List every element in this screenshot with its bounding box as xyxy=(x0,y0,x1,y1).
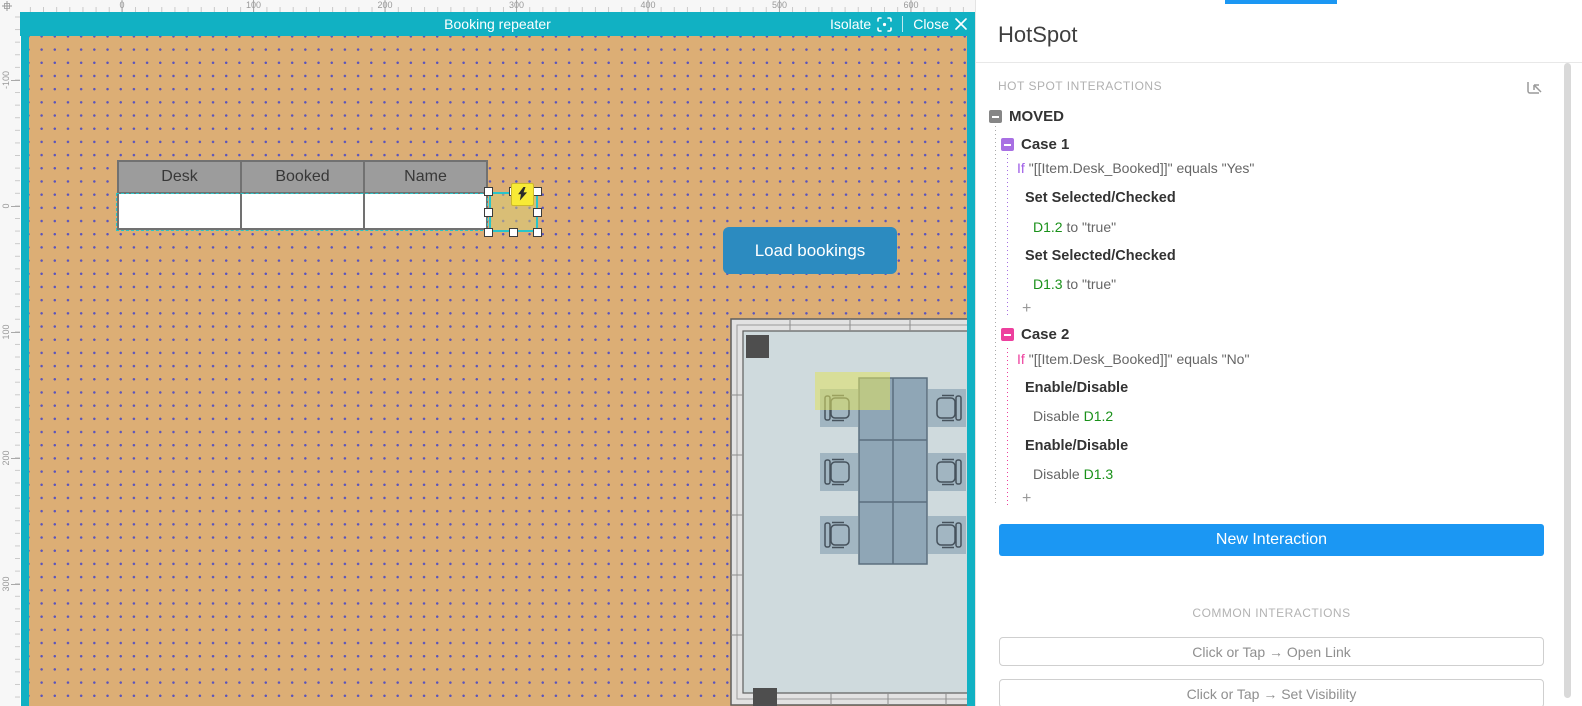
tree-guide-line xyxy=(1007,348,1008,506)
table-header-name[interactable]: Name xyxy=(363,160,488,194)
action-detail[interactable]: D1.3 to "true" xyxy=(1033,276,1116,292)
ruler-number: 100 xyxy=(1,324,11,340)
case-1-header[interactable]: Case 1 xyxy=(1001,136,1069,153)
action-suffix: to "true" xyxy=(1062,276,1117,292)
action-title[interactable]: Set Selected/Checked xyxy=(1025,190,1176,206)
case-label: Case 2 xyxy=(1021,326,1070,343)
isolate-button[interactable]: Isolate xyxy=(829,16,893,32)
close-button[interactable]: Close xyxy=(913,16,967,32)
if-keyword: If xyxy=(1017,160,1025,176)
selection-handle[interactable] xyxy=(484,208,493,217)
action-prefix: Disable xyxy=(1033,466,1084,482)
isolation-header: Booking repeater Isolate Close xyxy=(20,12,975,36)
new-interaction-button[interactable]: New Interaction xyxy=(999,524,1544,556)
selection-handle[interactable] xyxy=(533,228,542,237)
x-icon xyxy=(955,18,967,30)
table-header-booked[interactable]: Booked xyxy=(240,160,365,194)
table-cell-booked[interactable] xyxy=(240,192,365,230)
add-action-button[interactable]: + xyxy=(1022,490,1031,508)
common-open-link-button[interactable]: Click or Tap → Open Link xyxy=(999,637,1544,666)
selection-handle[interactable] xyxy=(484,228,493,237)
floor-plan-image[interactable] xyxy=(728,315,967,706)
case-label: Case 1 xyxy=(1021,136,1070,153)
action-title[interactable]: Enable/Disable xyxy=(1025,380,1128,396)
condition-text: "[[Item.Desk_Booked]]" equals "Yes" xyxy=(1028,160,1255,176)
selection-handle[interactable] xyxy=(509,228,518,237)
repeater-table: Desk Booked Name xyxy=(117,160,488,230)
common-interactions-header: COMMON INTERACTIONS xyxy=(1192,606,1351,620)
load-bookings-button[interactable]: Load bookings xyxy=(723,227,897,274)
action-detail[interactable]: Disable D1.3 xyxy=(1033,466,1113,482)
action-detail[interactable]: D1.2 to "true" xyxy=(1033,219,1116,235)
action-target: D1.3 xyxy=(1033,276,1063,292)
collapse-minus-icon[interactable] xyxy=(989,110,1002,123)
add-action-button[interactable]: + xyxy=(1022,300,1031,318)
action-prefix: Disable xyxy=(1033,408,1084,424)
collapse-minus-icon[interactable] xyxy=(1001,328,1014,341)
tree-guide-line xyxy=(1007,154,1008,316)
selection-handle[interactable] xyxy=(533,208,542,217)
header-divider xyxy=(902,16,904,32)
interaction-badge xyxy=(511,183,534,206)
vertical-ruler[interactable]: -100 0 100 200 300 xyxy=(0,12,20,706)
ruler-number: 300 xyxy=(1,576,11,592)
action-suffix: to "true" xyxy=(1062,219,1117,235)
ruler-number: 100 xyxy=(245,0,262,10)
action-target: D1.2 xyxy=(1083,408,1114,424)
panel-divider xyxy=(976,62,1582,63)
panel-title: HotSpot xyxy=(998,22,1078,47)
selection-handle[interactable] xyxy=(484,187,493,196)
horizontal-ruler[interactable]: 0 100 200 300 400 500 600 xyxy=(20,0,975,12)
table-body-row xyxy=(117,192,488,230)
condition-text: "[[Item.Desk_Booked]]" equals "No" xyxy=(1028,351,1250,367)
ruler-number: 400 xyxy=(640,0,656,10)
collapse-minus-icon[interactable] xyxy=(1001,138,1014,151)
ruler-number: 600 xyxy=(903,0,919,10)
ruler-origin-icon xyxy=(2,1,12,11)
case-1-condition[interactable]: If "[[Item.Desk_Booked]]" equals "Yes" xyxy=(1017,160,1254,176)
action-title[interactable]: Enable/Disable xyxy=(1025,438,1128,454)
box-arrow-select-icon[interactable] xyxy=(1525,76,1545,96)
ruler-number: 0 xyxy=(119,0,125,10)
frame-focus-icon xyxy=(877,16,893,32)
active-tab-indicator xyxy=(1225,0,1337,4)
table-cell-desk[interactable] xyxy=(117,192,242,230)
ruler-number: 0 xyxy=(1,203,11,209)
close-button-label: Close xyxy=(913,16,949,32)
interactions-panel: HotSpot HOT SPOT INTERACTIONS MOVED Case… xyxy=(975,0,1582,706)
table-header-row: Desk Booked Name xyxy=(117,160,488,194)
case-2-condition[interactable]: If "[[Item.Desk_Booked]]" equals "No" xyxy=(1017,351,1249,367)
lightning-bolt-icon xyxy=(518,187,528,201)
ruler-corner xyxy=(0,0,20,12)
action-title[interactable]: Set Selected/Checked xyxy=(1025,248,1176,264)
section-header: HOT SPOT INTERACTIONS xyxy=(998,79,1163,93)
table-cell-name[interactable] xyxy=(363,192,488,230)
event-label: MOVED xyxy=(1009,108,1065,125)
axure-isolation-view: 0 100 200 300 400 500 600 -100 0 100 200 300 Booki… xyxy=(0,0,1582,706)
ruler-number: -100 xyxy=(1,70,11,90)
panel-scrollbar[interactable] xyxy=(1564,63,1571,698)
case-2-header[interactable]: Case 2 xyxy=(1001,326,1069,343)
isolation-border-left xyxy=(21,36,29,706)
ruler-number: 200 xyxy=(1,450,11,466)
isolate-button-label: Isolate xyxy=(829,16,872,32)
ruler-number: 500 xyxy=(771,0,788,10)
ruler-number: 200 xyxy=(377,0,393,10)
isolation-border-right xyxy=(967,36,975,706)
selection-handle[interactable] xyxy=(533,187,542,196)
event-row-moved[interactable]: MOVED xyxy=(989,108,1064,125)
common-set-visibility-button[interactable]: Click or Tap → Set Visibility xyxy=(999,679,1544,706)
action-target: D1.2 xyxy=(1033,219,1063,235)
ruler-number: 300 xyxy=(508,0,525,10)
tree-guide-line xyxy=(995,126,996,506)
table-header-desk[interactable]: Desk xyxy=(117,160,242,194)
if-keyword: If xyxy=(1017,351,1025,367)
action-target: D1.3 xyxy=(1083,466,1114,482)
action-detail[interactable]: Disable D1.2 xyxy=(1033,408,1113,424)
